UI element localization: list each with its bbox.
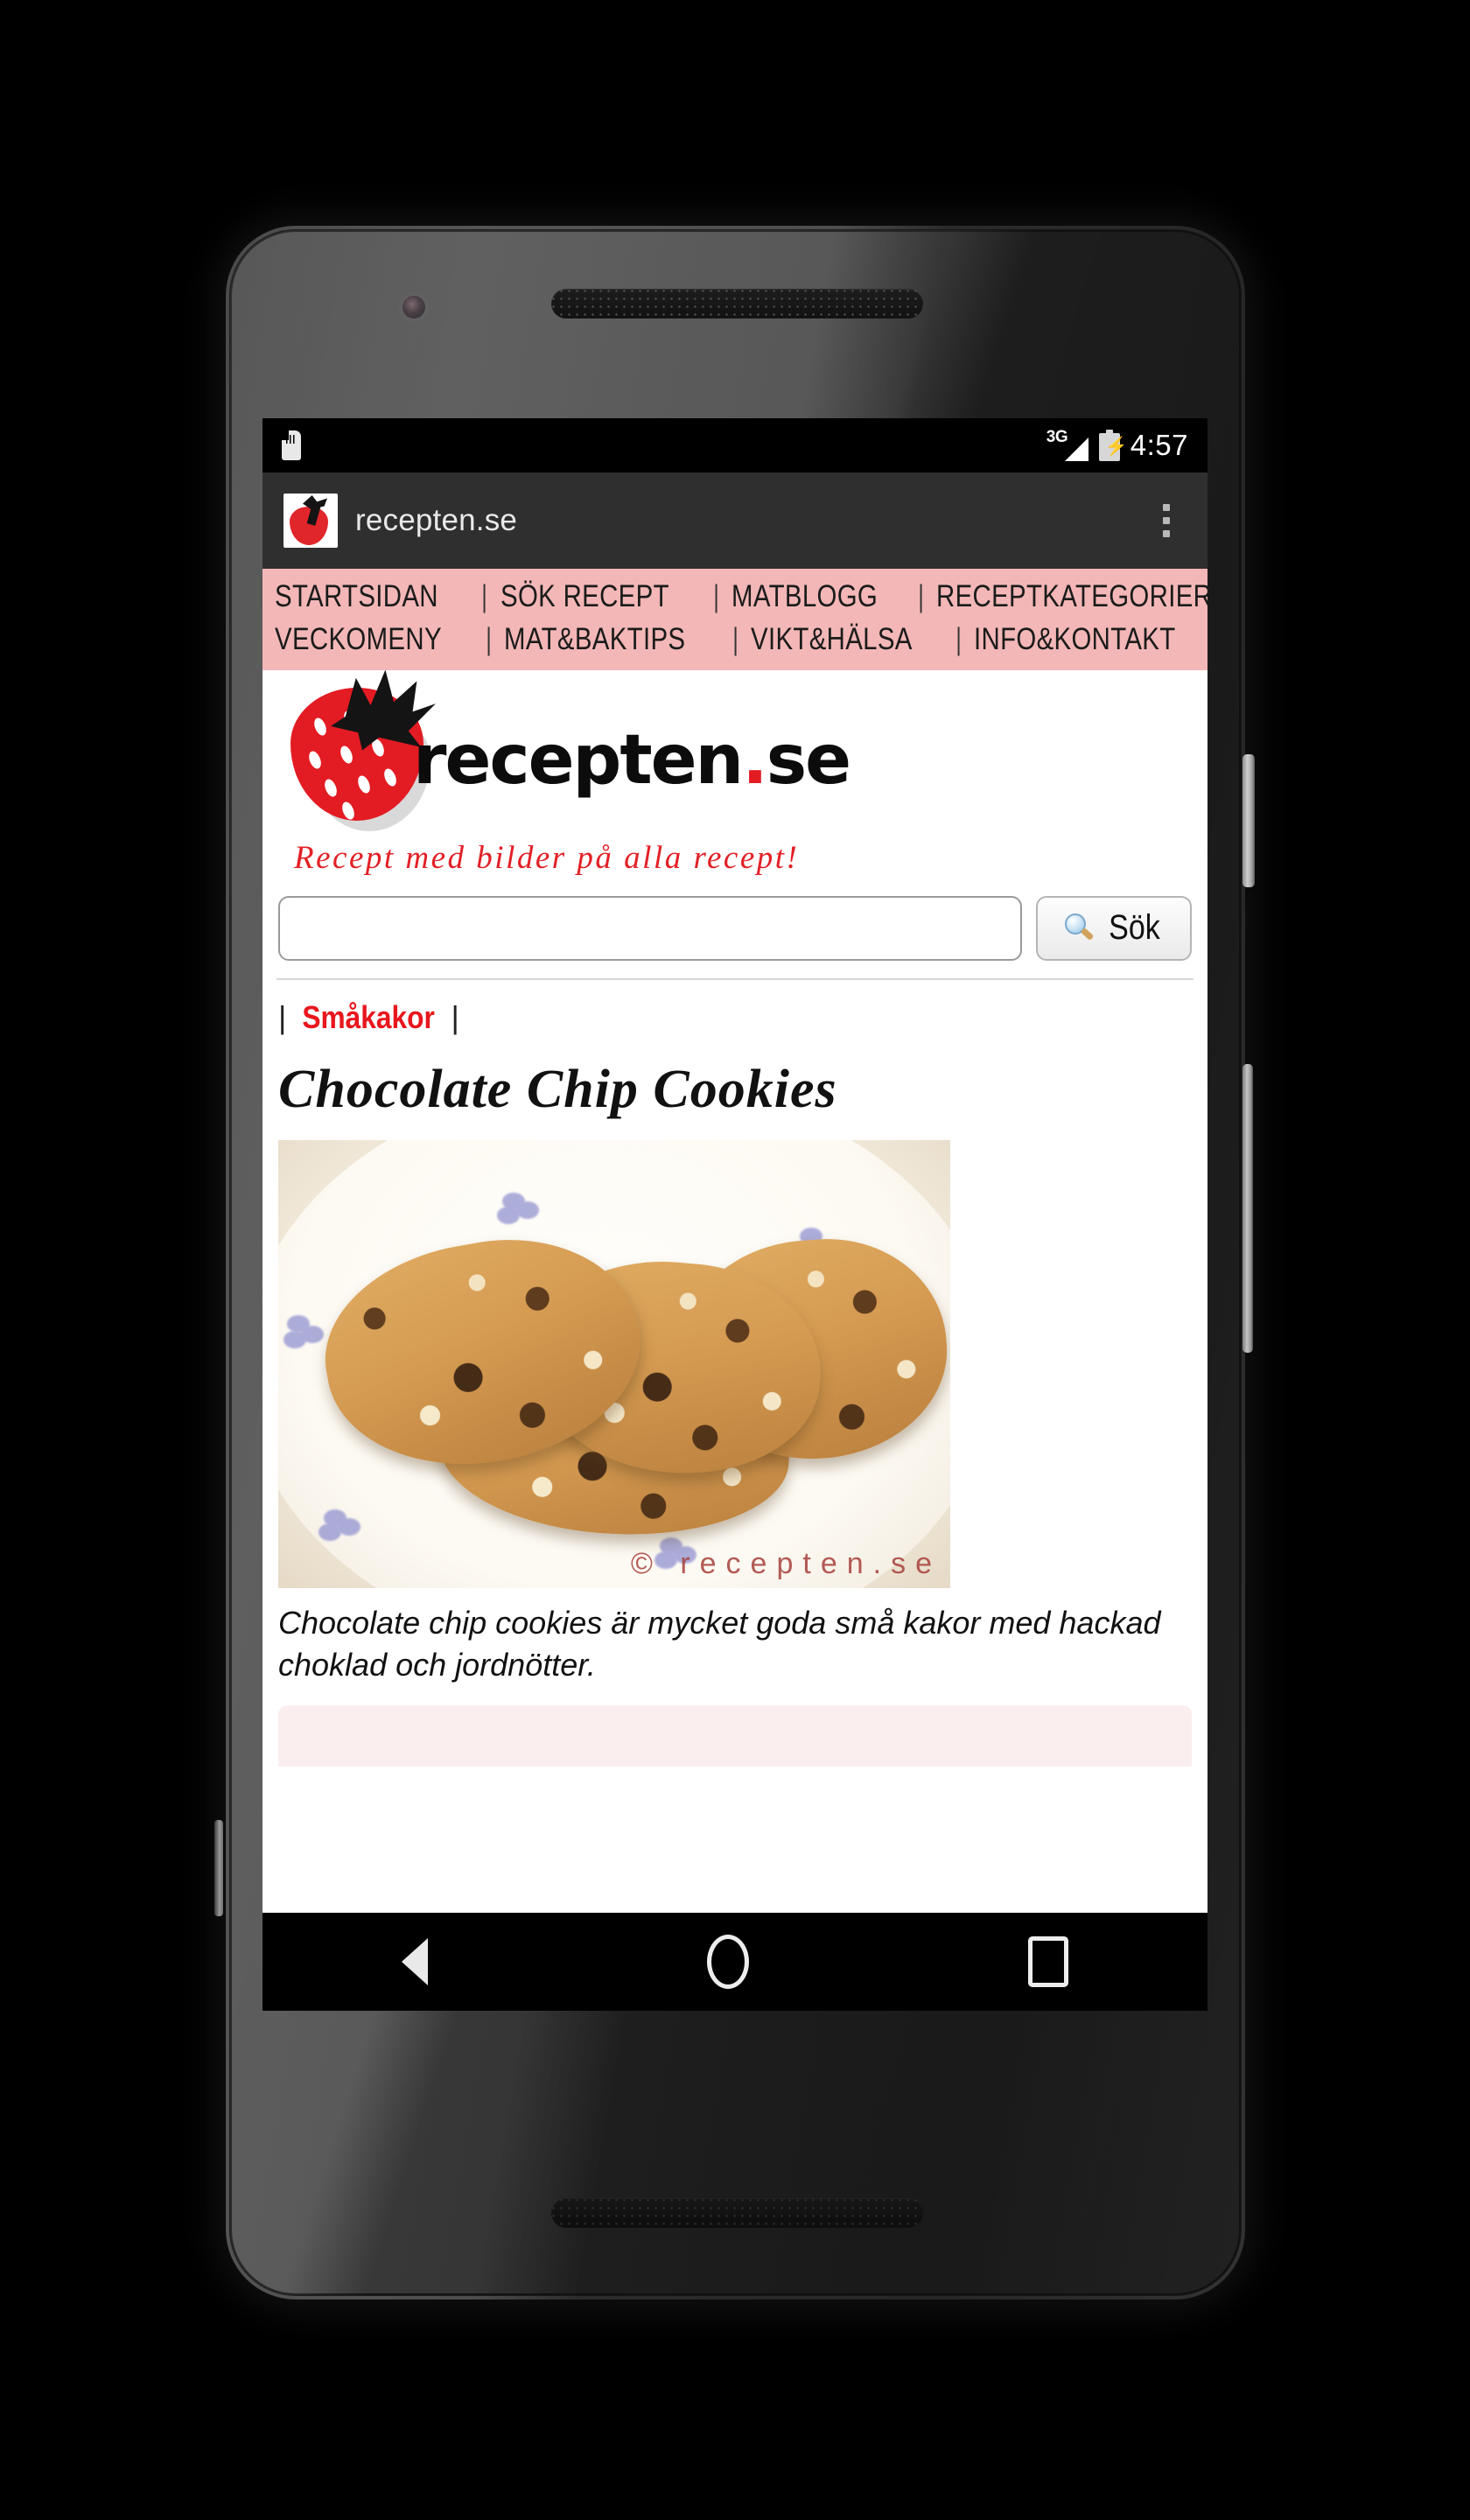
power-button[interactable] xyxy=(1242,754,1255,887)
earpiece-speaker xyxy=(551,289,923,318)
nav-item-startsidan[interactable]: STARTSIDAN xyxy=(275,580,438,613)
breadcrumb-right-bar: | xyxy=(451,998,459,1035)
breadcrumb-left-bar: | xyxy=(278,998,287,1035)
nav-separator: | xyxy=(956,621,962,656)
site-logo-text: recepten.se xyxy=(413,720,851,800)
front-camera-icon xyxy=(402,296,425,318)
search-submit-button[interactable]: Sök xyxy=(1036,895,1192,961)
android-navigation-bar xyxy=(262,1913,1208,2011)
search-input[interactable] xyxy=(278,895,1022,961)
logo-word: recepten xyxy=(413,720,744,800)
bottom-speaker xyxy=(551,2198,923,2228)
status-bar-clock: 4:57 xyxy=(1130,429,1188,461)
site-navigation: STARTSIDAN | SÖK RECEPT | MATBLOGG | REC… xyxy=(262,569,1208,670)
site-logo[interactable]: recepten.se xyxy=(290,669,851,827)
nav-item-matblogg[interactable]: MATBLOGG xyxy=(732,580,878,613)
status-bar: 3G ⚡ 4:57 xyxy=(262,418,1208,472)
page-title: Chocolate Chip Cookies xyxy=(278,1059,837,1119)
nav-item-mat-baktips[interactable]: MAT&BAKTIPS xyxy=(504,623,685,656)
nav-item-sok-recept[interactable]: SÖK RECEPT xyxy=(500,580,669,613)
cookies-graphic xyxy=(309,1217,950,1543)
breadcrumb: | Småkakor | xyxy=(278,999,1208,1036)
signal-triangle-icon: 3G xyxy=(1046,428,1088,461)
breadcrumb-category-link[interactable]: Småkakor xyxy=(297,999,442,1036)
recipe-photo[interactable]: © recepten.se xyxy=(278,1139,950,1588)
recipe-description: Chocolate chip cookies är mycket goda sm… xyxy=(278,1604,1161,1683)
nav-separator: | xyxy=(918,579,924,613)
back-triangle-icon[interactable] xyxy=(402,1938,429,1985)
site-tagline: Recept med bilder på alla recept! xyxy=(294,839,800,876)
nav-separator: | xyxy=(486,621,492,656)
nav-separator: | xyxy=(713,579,719,613)
nav-item-receptkategorier[interactable]: RECEPTKATEGORIER xyxy=(936,580,1208,613)
sd-card-icon xyxy=(282,430,301,460)
recents-square-icon[interactable] xyxy=(1027,1936,1068,1987)
section-divider xyxy=(276,977,1194,980)
web-page-viewport: STARTSIDAN | SÖK RECEPT | MATBLOGG | REC… xyxy=(262,569,1208,2011)
strawberry-favicon xyxy=(284,494,338,548)
phone-screen: 3G ⚡ 4:57 recepten.se STARTSIDAN | SÖK R… xyxy=(262,418,1208,2011)
site-branding: recepten.se Recept med bilder på alla re… xyxy=(262,669,1208,877)
browser-toolbar: recepten.se xyxy=(262,472,1208,569)
battery-charging-icon: ⚡ xyxy=(1098,430,1128,461)
magnifier-icon xyxy=(1064,913,1094,943)
logo-tld: se xyxy=(766,720,851,800)
three-dot-menu-icon[interactable] xyxy=(1146,494,1186,547)
nav-separator: | xyxy=(732,621,738,656)
promo-strip xyxy=(278,1704,1192,1767)
search-button-label: Sök xyxy=(1108,908,1160,947)
screenshot-stage: 3G ⚡ 4:57 recepten.se STARTSIDAN | SÖK R… xyxy=(0,0,1470,2520)
status-bar-indicators: 3G ⚡ 4:57 xyxy=(1046,428,1188,462)
logo-dot: . xyxy=(742,720,768,800)
nav-item-info-kontakt[interactable]: INFO&KONTAKT xyxy=(974,623,1176,656)
nav-item-vikt-halsa[interactable]: VIKT&HÄLSA xyxy=(751,623,913,656)
volume-rocker-button[interactable] xyxy=(1242,1064,1253,1353)
plate-floral-motif xyxy=(497,1191,544,1229)
home-circle-icon[interactable] xyxy=(706,1935,749,1989)
search-form: Sök xyxy=(262,877,1208,978)
left-side-button[interactable] xyxy=(214,1820,223,1916)
site-nav-row-1: STARTSIDAN | SÖK RECEPT | MATBLOGG | REC… xyxy=(262,579,1208,613)
nav-item-veckomeny[interactable]: VECKOMENY xyxy=(275,623,442,656)
photo-watermark: © recepten.se xyxy=(630,1546,942,1580)
nav-separator: | xyxy=(481,579,488,613)
browser-tab-title[interactable]: recepten.se xyxy=(355,503,517,538)
site-nav-row-2: VECKOMENY | MAT&BAKTIPS | VIKT&HÄLSA | I… xyxy=(262,621,1208,656)
